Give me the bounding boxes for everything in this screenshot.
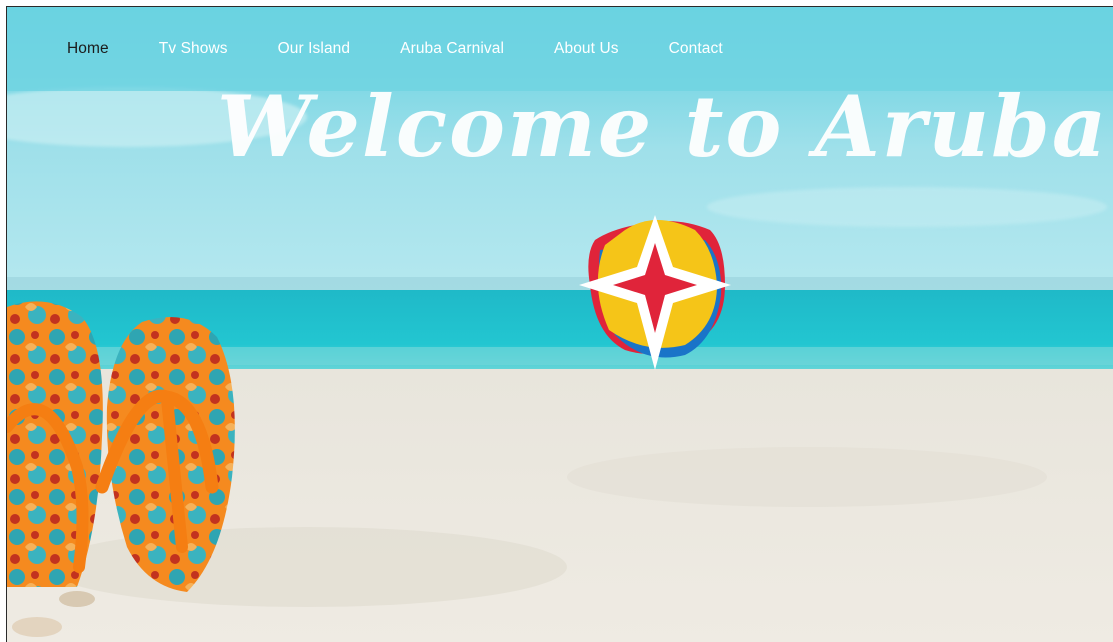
top-navigation: Home Tv Shows Our Island Aruba Carnival … xyxy=(7,7,1113,91)
nav-item-about-us[interactable]: About Us xyxy=(554,40,619,58)
page-frame: Welcome to Aruba.Tv Home Tv Shows Our Is… xyxy=(6,6,1113,642)
nav-item-home[interactable]: Home xyxy=(67,40,109,58)
nav-item-our-island[interactable]: Our Island xyxy=(278,40,351,58)
nav-item-contact[interactable]: Contact xyxy=(669,40,723,58)
flip-flop-left xyxy=(7,301,103,587)
nav-item-aruba-carnival[interactable]: Aruba Carnival xyxy=(400,40,504,58)
nav-item-tv-shows[interactable]: Tv Shows xyxy=(159,40,228,58)
